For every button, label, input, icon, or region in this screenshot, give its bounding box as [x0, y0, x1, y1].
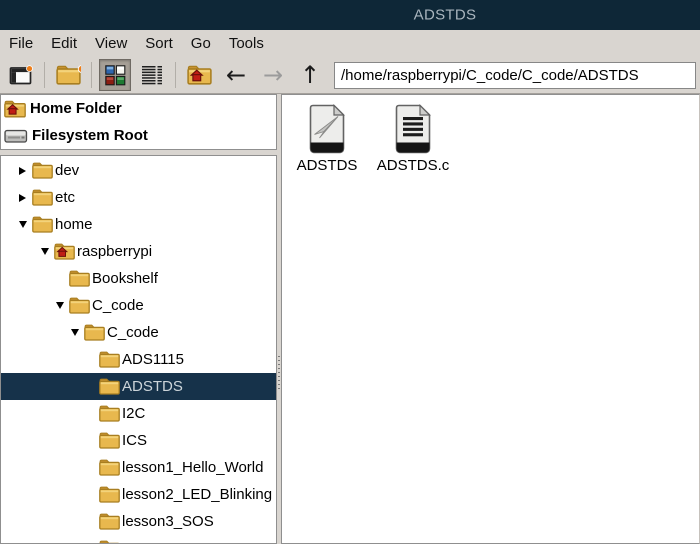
- folder-icon: [99, 378, 120, 395]
- chevron-down-icon[interactable]: [19, 221, 32, 228]
- arrow-up-icon: ↑: [300, 63, 320, 87]
- folder-icon: [99, 540, 120, 544]
- folder-icon: [32, 162, 53, 179]
- new-tab-button[interactable]: [5, 59, 37, 91]
- folder-icon: [32, 216, 53, 233]
- tree-item-lesson2-led-blinking[interactable]: lesson2_LED_Blinking: [1, 481, 276, 508]
- chevron-down-icon[interactable]: [41, 248, 54, 255]
- directory-tree: dev etc home raspberrypi Bookshelf C_cod…: [0, 155, 277, 544]
- tree-item-label: home: [55, 216, 93, 233]
- folder-icon: [99, 486, 120, 503]
- tree-item-label: I2C: [122, 405, 145, 422]
- window-title: ADSTDS: [414, 7, 477, 24]
- places-item-label: Filesystem Root: [32, 127, 148, 144]
- list-view-button[interactable]: [136, 59, 168, 91]
- tree-item-partial[interactable]: [1, 535, 276, 544]
- folder-icon: [32, 189, 53, 206]
- executable-file-icon: [305, 104, 349, 154]
- sidebar: Home Folder Filesystem Root dev etc home…: [0, 94, 277, 544]
- pane-splitter[interactable]: [277, 94, 281, 544]
- chevron-down-icon[interactable]: [56, 302, 69, 309]
- up-button[interactable]: ↑: [294, 59, 326, 91]
- tree-item-label: C_code: [92, 297, 144, 314]
- tree-item-c-code[interactable]: C_code: [1, 292, 276, 319]
- tree-item-label: ADS1115: [122, 351, 184, 368]
- home-folder-icon: [187, 65, 212, 85]
- folder-icon: [84, 324, 105, 341]
- icon-view-button[interactable]: [99, 59, 131, 91]
- toolbar-separator: [175, 62, 176, 88]
- menu-item-view[interactable]: View: [86, 35, 136, 52]
- new-window-button[interactable]: [52, 59, 84, 91]
- tree-item-label: dev: [55, 162, 79, 179]
- arrow-left-icon: ←: [226, 63, 246, 87]
- tree-item-adstds[interactable]: ADSTDS: [1, 373, 276, 400]
- tree-item-lesson3-sos[interactable]: lesson3_SOS: [1, 508, 276, 535]
- tree-item-label: etc: [55, 189, 75, 206]
- file-item-adstds[interactable]: ADSTDS: [286, 104, 368, 174]
- menu-item-go[interactable]: Go: [182, 35, 220, 52]
- toolbar: ← → ↑: [0, 57, 700, 94]
- tree-item-label: ICS: [122, 432, 147, 449]
- tree-item-home[interactable]: home: [1, 211, 276, 238]
- folder-icon: [99, 459, 120, 476]
- places-item-home-folder[interactable]: Home Folder: [1, 95, 276, 122]
- file-manager-window: ADSTDS FileEditViewSortGoTools: [0, 0, 700, 544]
- tree-item-label: C_code: [107, 324, 159, 341]
- folder-icon: [99, 432, 120, 449]
- toolbar-separator: [44, 62, 45, 88]
- icon-view-icon: [105, 65, 126, 86]
- tree-item-dev[interactable]: dev: [1, 157, 276, 184]
- tree-item-label: Bookshelf: [92, 270, 158, 287]
- file-item-label: ADSTDS: [297, 157, 358, 174]
- home-folder-icon: [4, 100, 26, 118]
- path-input[interactable]: [334, 62, 696, 89]
- menubar: FileEditViewSortGoTools: [0, 30, 700, 57]
- tree-item-lesson1-hello-world[interactable]: lesson1_Hello_World: [1, 454, 276, 481]
- toolbar-separator: [91, 62, 92, 88]
- tree-item-bookshelf[interactable]: Bookshelf: [1, 265, 276, 292]
- chevron-down-icon[interactable]: [71, 329, 84, 336]
- tree-item-ics[interactable]: ICS: [1, 427, 276, 454]
- tree-item-etc[interactable]: etc: [1, 184, 276, 211]
- home-folder-icon: [54, 243, 75, 260]
- folder-icon: [99, 351, 120, 368]
- c-source-file-icon: [391, 104, 435, 154]
- places-item-filesystem-root[interactable]: Filesystem Root: [1, 122, 276, 149]
- file-item-adstds-c[interactable]: ADSTDS.c: [372, 104, 454, 174]
- folder-new-icon: [56, 65, 81, 85]
- tree-item-i2c[interactable]: I2C: [1, 400, 276, 427]
- menu-item-sort[interactable]: Sort: [136, 35, 182, 52]
- forward-button[interactable]: →: [257, 59, 289, 91]
- home-button[interactable]: [183, 59, 215, 91]
- content-area: Home Folder Filesystem Root dev etc home…: [0, 94, 700, 544]
- tree-item-label: raspberrypi: [77, 243, 152, 260]
- tree-item-raspberrypi[interactable]: raspberrypi: [1, 238, 276, 265]
- menu-item-edit[interactable]: Edit: [42, 35, 86, 52]
- filesystem-root-icon: [4, 127, 28, 144]
- tree-item-label: lesson3_SOS: [122, 513, 214, 530]
- back-button[interactable]: ←: [220, 59, 252, 91]
- folder-icon: [99, 405, 120, 422]
- list-view-icon: [141, 65, 163, 86]
- tree-item-c-code[interactable]: C_code: [1, 319, 276, 346]
- window-icon: [9, 65, 33, 86]
- chevron-right-icon[interactable]: [19, 167, 32, 175]
- tree-item-ads1115[interactable]: ADS1115: [1, 346, 276, 373]
- file-item-label: ADSTDS.c: [377, 157, 450, 174]
- places-item-label: Home Folder: [30, 100, 122, 117]
- tree-item-label: lesson2_LED_Blinking: [122, 486, 272, 503]
- places-panel: Home Folder Filesystem Root: [0, 94, 277, 150]
- tree-item-label: ADSTDS: [122, 378, 183, 395]
- chevron-right-icon[interactable]: [19, 194, 32, 202]
- arrow-right-icon: →: [263, 63, 283, 87]
- menu-item-file[interactable]: File: [0, 35, 42, 52]
- tree-item-label: lesson1_Hello_World: [122, 459, 263, 476]
- titlebar[interactable]: ADSTDS: [0, 0, 700, 30]
- folder-icon: [99, 513, 120, 530]
- folder-icon: [69, 297, 90, 314]
- menu-item-tools[interactable]: Tools: [220, 35, 273, 52]
- file-view[interactable]: ADSTDS ADSTDS.c: [281, 94, 700, 544]
- folder-icon: [69, 270, 90, 287]
